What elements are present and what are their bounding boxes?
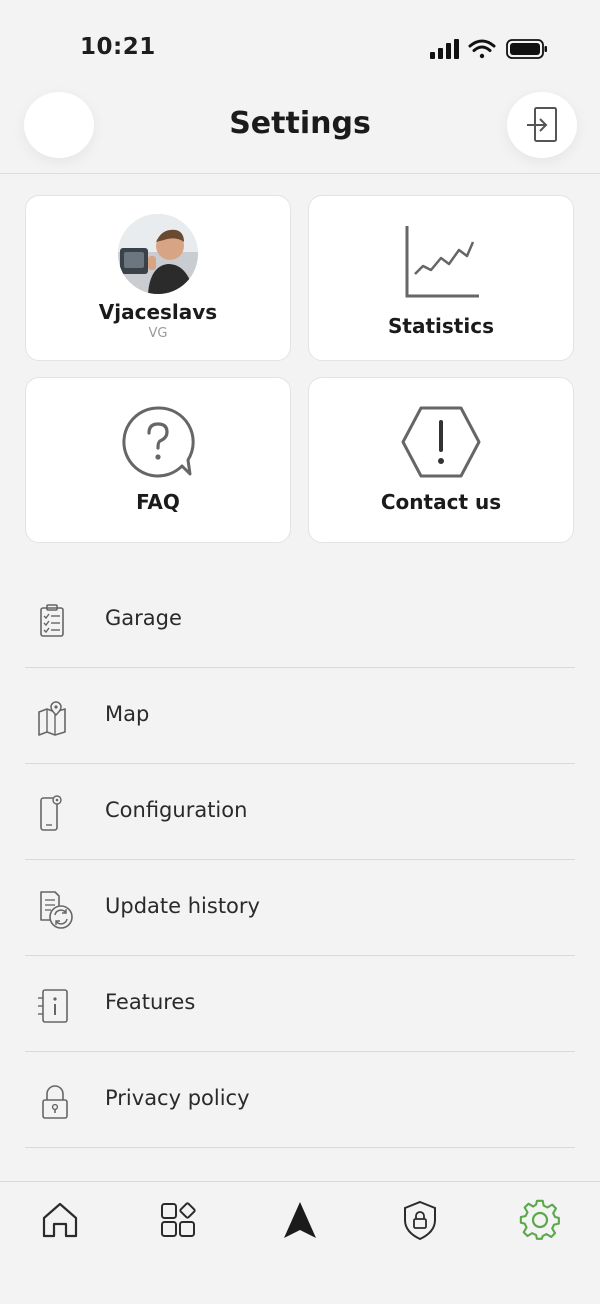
wifi-icon — [468, 39, 496, 59]
document-refresh-icon — [40, 891, 73, 929]
avatar — [118, 214, 198, 294]
menu-label-privacy-policy: Privacy policy — [105, 1086, 250, 1110]
clipboard-checklist-icon — [40, 604, 64, 637]
settings-menu: Garage Map Configuration Update history … — [25, 572, 575, 1184]
signal-icon — [430, 39, 459, 59]
menu-label-garage: Garage — [105, 606, 182, 630]
map-pin-icon — [38, 701, 66, 736]
login-icon — [527, 107, 557, 142]
statistics-card[interactable]: Statistics — [308, 195, 574, 361]
statistics-label: Statistics — [388, 314, 494, 338]
shield-lock-icon[interactable] — [398, 1198, 442, 1242]
status-time: 10:21 — [80, 34, 156, 60]
apps-grid-icon[interactable] — [158, 1198, 202, 1242]
profile-card[interactable]: Vjaceslavs VG — [25, 195, 291, 361]
status-bar: 10:21 — [0, 0, 600, 90]
faq-card[interactable]: FAQ — [25, 377, 291, 543]
contact-label: Contact us — [380, 490, 502, 514]
gear-icon[interactable] — [518, 1198, 562, 1242]
hexagon-exclamation-icon — [401, 406, 481, 478]
navigation-arrow-icon[interactable] — [278, 1198, 322, 1242]
menu-item-map[interactable]: Map — [25, 668, 575, 764]
menu-label-configuration: Configuration — [105, 798, 248, 822]
login-button[interactable] — [507, 92, 577, 158]
header: Settings — [0, 90, 600, 174]
contact-card[interactable]: Contact us — [308, 377, 574, 543]
menu-item-partial[interactable] — [25, 1148, 575, 1184]
profile-name: Vjaceslavs — [98, 300, 218, 324]
menu-item-update-history[interactable]: Update history — [25, 860, 575, 956]
status-icons — [430, 38, 548, 60]
question-bubble-icon — [122, 406, 195, 478]
profile-initials: VG — [148, 326, 168, 341]
menu-item-configuration[interactable]: Configuration — [25, 764, 575, 860]
menu-label-update-history: Update history — [105, 894, 260, 918]
menu-item-features[interactable]: Features — [25, 956, 575, 1052]
menu-label-map: Map — [105, 702, 150, 726]
menu-item-garage[interactable]: Garage — [25, 572, 575, 668]
menu-label-features: Features — [105, 990, 196, 1014]
info-document-icon — [38, 989, 68, 1023]
menu-item-privacy-policy[interactable]: Privacy policy — [25, 1052, 575, 1148]
phone-settings-icon — [40, 795, 62, 831]
home-icon[interactable] — [38, 1198, 82, 1242]
battery-icon — [506, 39, 547, 59]
tab-bar — [0, 1181, 600, 1304]
faq-label: FAQ — [136, 490, 180, 514]
lock-icon — [42, 1085, 68, 1119]
line-chart-icon — [405, 226, 479, 298]
